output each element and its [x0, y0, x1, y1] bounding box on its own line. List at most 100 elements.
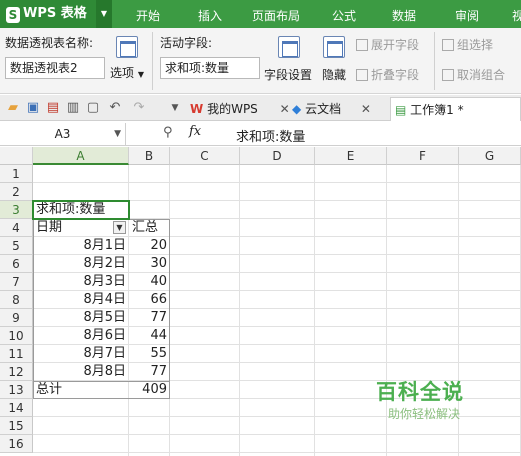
column-header-e[interactable]: E: [315, 147, 387, 165]
tab-review[interactable]: 审阅: [455, 0, 479, 28]
row-header-2[interactable]: 2: [0, 183, 33, 201]
sum-header[interactable]: 汇总: [129, 219, 170, 237]
active-field-label: 活动字段:: [160, 36, 213, 50]
active-field-input[interactable]: 求和项:数量: [160, 57, 260, 79]
collapse-field-button[interactable]: 折叠字段: [356, 66, 419, 83]
value-cell[interactable]: 55: [129, 345, 170, 363]
print-icon[interactable]: ▥: [66, 101, 80, 115]
zoom-search-icon[interactable]: ⚲: [163, 125, 173, 140]
watermark: 百科全说 助你轻松解决: [376, 379, 484, 429]
column-header-c[interactable]: C: [170, 147, 240, 165]
value-cell[interactable]: 20: [129, 237, 170, 255]
wps-menu-button[interactable]: S WPS 表格 ▼: [0, 0, 112, 28]
row-header-8[interactable]: 8: [0, 291, 33, 309]
value-cell[interactable]: 77: [129, 309, 170, 327]
close-icon[interactable]: ✕: [361, 102, 371, 116]
hide-button[interactable]: 隐藏: [322, 66, 346, 83]
row-header-13[interactable]: 13: [0, 381, 33, 399]
gridline-vertical: [314, 165, 315, 456]
gridline-horizontal: [33, 182, 521, 183]
options-button[interactable]: 选项 ▼: [110, 64, 144, 81]
fx-icon[interactable]: fx: [189, 124, 201, 139]
tab-data[interactable]: 数据: [392, 0, 416, 28]
column-header-f[interactable]: F: [387, 147, 459, 165]
formula-input[interactable]: 求和项:数量: [236, 126, 305, 145]
row-header-5[interactable]: 5: [0, 237, 33, 255]
chevron-down-icon[interactable]: ▼: [96, 0, 112, 28]
date-cell[interactable]: 8月5日: [33, 309, 129, 327]
row-header-16[interactable]: 16: [0, 435, 33, 453]
value-cell[interactable]: 66: [129, 291, 170, 309]
redo-icon[interactable]: ↷: [132, 101, 146, 115]
row-header-9[interactable]: 9: [0, 309, 33, 327]
field-settings-button[interactable]: 字段设置: [264, 66, 312, 83]
filter-dropdown-icon[interactable]: ▼: [113, 221, 126, 234]
expand-field-label: 展开字段: [371, 38, 420, 52]
select-all-corner[interactable]: [0, 147, 33, 165]
ungroup-button[interactable]: 取消组合: [442, 66, 505, 83]
date-cell[interactable]: 8月3日: [33, 273, 129, 291]
row-header-10[interactable]: 10: [0, 327, 33, 345]
tab-home[interactable]: 开始: [136, 0, 160, 28]
column-header-b[interactable]: B: [129, 147, 170, 165]
hide-icon[interactable]: [323, 36, 345, 58]
expand-icon: [356, 39, 368, 51]
formula-bar: A3 ▼ ⚲ fx 求和项:数量: [0, 122, 521, 146]
tab-view[interactable]: 视: [512, 0, 521, 28]
save-icon[interactable]: ▣: [26, 101, 40, 115]
grand-total-value[interactable]: 409: [129, 381, 170, 399]
quick-access-bar: ▰ ▣ ▤ ▥ ▢ ↶ ↷ ▼ W 我的WPS ✕ ◆ 云文档 ✕ ▤ 工作簿1…: [0, 95, 521, 121]
options-dropdown-icon: ▼: [137, 70, 144, 79]
tab-formulas[interactable]: 公式: [332, 0, 356, 28]
value-cell[interactable]: 44: [129, 327, 170, 345]
column-header-g[interactable]: G: [459, 147, 521, 165]
value-cell[interactable]: 40: [129, 273, 170, 291]
customize-dropdown-icon[interactable]: ▼: [168, 101, 182, 115]
row-header-1[interactable]: 1: [0, 165, 33, 183]
row-header-14[interactable]: 14: [0, 399, 33, 417]
print-preview-icon[interactable]: ▢: [86, 101, 100, 115]
doc-tab-workbook[interactable]: ▤ 工作簿1 *: [390, 97, 521, 121]
value-cell[interactable]: 77: [129, 363, 170, 381]
tab-page-layout[interactable]: 页面布局: [252, 0, 300, 28]
date-cell[interactable]: 8月8日: [33, 363, 129, 381]
expand-field-button[interactable]: 展开字段: [356, 36, 419, 53]
doc-tab-cloud[interactable]: ◆ 云文档 ✕: [292, 97, 371, 121]
column-header-d[interactable]: D: [240, 147, 315, 165]
chevron-down-icon[interactable]: ▼: [114, 123, 121, 145]
column-header-a[interactable]: A: [33, 147, 129, 165]
date-cell[interactable]: 8月6日: [33, 327, 129, 345]
row-header-7[interactable]: 7: [0, 273, 33, 291]
row-header-11[interactable]: 11: [0, 345, 33, 363]
tab-insert[interactable]: 插入: [198, 0, 222, 28]
date-cell[interactable]: 8月1日: [33, 237, 129, 255]
pivot-value-field-header[interactable]: 求和项:数量: [33, 201, 129, 219]
close-icon[interactable]: ✕: [280, 102, 290, 116]
row-header-3[interactable]: 3: [0, 201, 33, 219]
date-cell[interactable]: 8月4日: [33, 291, 129, 309]
undo-icon[interactable]: ↶: [108, 101, 122, 115]
row-header-6[interactable]: 6: [0, 255, 33, 273]
watermark-title: 百科全说: [376, 380, 464, 404]
date-cell[interactable]: 8月7日: [33, 345, 129, 363]
export-pdf-icon[interactable]: ▤: [46, 101, 60, 115]
open-folder-icon[interactable]: ▰: [6, 101, 20, 115]
pivot-name-input[interactable]: 数据透视表2: [5, 57, 105, 79]
value-cell[interactable]: 30: [129, 255, 170, 273]
doc-tab-my-wps[interactable]: W 我的WPS ✕: [190, 97, 290, 121]
row-header-4[interactable]: 4: [0, 219, 33, 237]
app-name: WPS 表格: [23, 6, 87, 21]
group-icon: [442, 39, 454, 51]
title-tab-bar: S WPS 表格 ▼ 开始 插入 页面布局 公式 数据 审阅 视: [0, 0, 521, 28]
field-settings-icon[interactable]: [278, 36, 300, 58]
name-box[interactable]: A3 ▼: [0, 123, 126, 145]
date-cell[interactable]: 8月2日: [33, 255, 129, 273]
group-selection-button[interactable]: 组选择: [442, 36, 493, 53]
options-label: 选项: [110, 66, 135, 80]
pivot-options-icon[interactable]: [116, 36, 138, 58]
row-header-15[interactable]: 15: [0, 417, 33, 435]
wps-w-icon: W: [190, 102, 204, 116]
ribbon: 数据透视表名称: 数据透视表2 选项 ▼ 活动字段: 求和项:数量 字段设置 隐…: [0, 28, 521, 94]
grand-total-label[interactable]: 总计: [33, 381, 129, 399]
row-header-12[interactable]: 12: [0, 363, 33, 381]
